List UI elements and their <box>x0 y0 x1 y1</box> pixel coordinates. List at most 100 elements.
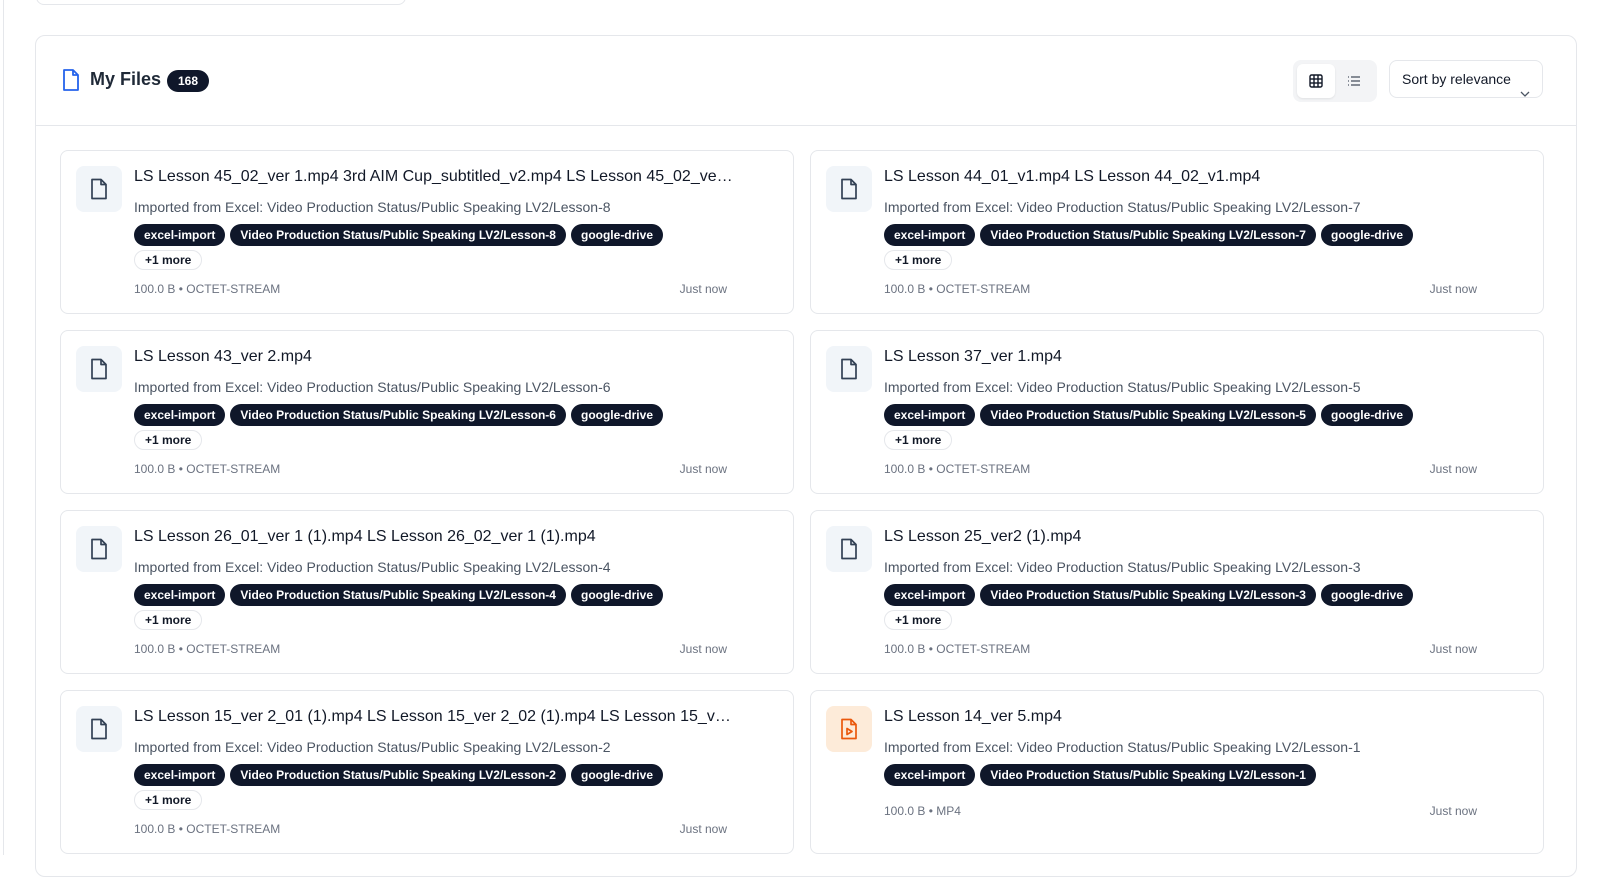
file-card[interactable]: LS Lesson 37_ver 1.mp4 Imported from Exce… <box>810 330 1544 494</box>
file-card[interactable]: LS Lesson 44_01_v1.mp4 LS Lesson 44_02_v… <box>810 150 1544 314</box>
tag-badge[interactable]: excel-import <box>884 584 976 606</box>
list-view-button[interactable] <box>1335 64 1373 98</box>
file-description: Imported from Excel: Video Production St… <box>884 199 1361 215</box>
file-icon <box>76 526 122 572</box>
tag-badge[interactable]: google-drive <box>570 584 663 606</box>
tag-badge[interactable]: excel-import <box>134 224 226 246</box>
tag-badge[interactable]: excel-import <box>884 764 976 786</box>
sort-select-label: Sort by relevance <box>1402 71 1511 87</box>
file-timestamp: Just now <box>1429 642 1477 656</box>
tag-badge[interactable]: Video Production Status/Public Speaking … <box>230 764 566 786</box>
file-card[interactable]: LS Lesson 15_ver 2_01 (1).mp4 LS Lesson … <box>60 690 794 854</box>
more-tags-badge[interactable]: +1 more <box>884 610 953 630</box>
tag-badge[interactable]: Video Production Status/Public Speaking … <box>230 404 566 426</box>
file-meta: 100.0 B • OCTET-STREAM <box>884 282 1031 296</box>
file-name[interactable]: LS Lesson 26_01_ver 1 (1).mp4 LS Lesson … <box>134 528 734 546</box>
tag-badge[interactable]: excel-import <box>134 764 226 786</box>
file-description: Imported from Excel: Video Production St… <box>884 379 1361 395</box>
file-name[interactable]: LS Lesson 43_ver 2.mp4 <box>134 348 734 366</box>
tag-list: excel-import Video Production Status/Publ… <box>884 224 1413 246</box>
file-icon <box>826 166 872 212</box>
file-timestamp: Just now <box>1429 462 1477 476</box>
tag-badge[interactable]: google-drive <box>1320 584 1413 606</box>
file-timestamp: Just now <box>679 462 727 476</box>
tag-badge[interactable]: Video Production Status/Public Speaking … <box>980 584 1316 606</box>
tag-badge[interactable]: Video Production Status/Public Speaking … <box>980 224 1316 246</box>
tag-badge[interactable]: Video Production Status/Public Speaking … <box>980 764 1316 786</box>
file-meta: 100.0 B • OCTET-STREAM <box>134 282 281 296</box>
grid-view-button[interactable] <box>1297 64 1335 98</box>
page-left-border <box>3 0 4 855</box>
tag-list: excel-import Video Production Status/Publ… <box>884 584 1413 606</box>
tag-list: excel-import Video Production Status/Publ… <box>134 404 663 426</box>
file-card[interactable]: LS Lesson 14_ver 5.mp4 Imported from Exce… <box>810 690 1544 854</box>
file-card[interactable]: LS Lesson 45_02_ver 1.mp4 3rd AIM Cup_su… <box>60 150 794 314</box>
file-description: Imported from Excel: Video Production St… <box>134 199 611 215</box>
file-timestamp: Just now <box>679 642 727 656</box>
more-tags-badge[interactable]: +1 more <box>884 250 953 270</box>
file-name[interactable]: LS Lesson 14_ver 5.mp4 <box>884 708 1484 726</box>
more-tags-badge[interactable]: +1 more <box>884 430 953 450</box>
file-description: Imported from Excel: Video Production St… <box>134 739 611 755</box>
file-meta: 100.0 B • OCTET-STREAM <box>134 642 281 656</box>
grid-icon <box>1309 74 1323 88</box>
file-card[interactable]: LS Lesson 25_ver2 (1).mp4 Imported from E… <box>810 510 1544 674</box>
view-toggle <box>1293 60 1377 102</box>
file-card[interactable]: LS Lesson 26_01_ver 1 (1).mp4 LS Lesson … <box>60 510 794 674</box>
more-tags-badge[interactable]: +1 more <box>134 610 203 630</box>
list-icon <box>1348 76 1360 86</box>
file-meta: 100.0 B • OCTET-STREAM <box>134 822 281 836</box>
more-tags-badge[interactable]: +1 more <box>134 790 203 810</box>
file-name[interactable]: LS Lesson 44_01_v1.mp4 LS Lesson 44_02_v… <box>884 168 1484 186</box>
more-tags-badge[interactable]: +1 more <box>134 430 203 450</box>
file-timestamp: Just now <box>1429 282 1477 296</box>
tag-badge[interactable]: Video Production Status/Public Speaking … <box>980 404 1316 426</box>
file-icon <box>76 346 122 392</box>
tag-badge[interactable]: google-drive <box>570 224 663 246</box>
files-panel-header: My Files 168 Sort by relevance <box>36 36 1576 126</box>
chevron-down-icon <box>1520 74 1530 110</box>
file-icon <box>76 166 122 212</box>
file-name[interactable]: LS Lesson 37_ver 1.mp4 <box>884 348 1484 366</box>
tag-badge[interactable]: google-drive <box>570 764 663 786</box>
file-description: Imported from Excel: Video Production St… <box>134 379 611 395</box>
more-tags-badge[interactable]: +1 more <box>134 250 203 270</box>
file-name[interactable]: LS Lesson 45_02_ver 1.mp4 3rd AIM Cup_su… <box>134 168 734 186</box>
tag-badge[interactable]: excel-import <box>134 584 226 606</box>
tag-badge[interactable]: Video Production Status/Public Speaking … <box>230 224 566 246</box>
file-count-badge: 168 <box>167 70 209 92</box>
file-card[interactable]: LS Lesson 43_ver 2.mp4 Imported from Exce… <box>60 330 794 494</box>
tag-list: excel-import Video Production Status/Publ… <box>134 764 663 786</box>
file-description: Imported from Excel: Video Production St… <box>884 559 1361 575</box>
file-timestamp: Just now <box>679 282 727 296</box>
tag-list: excel-import Video Production Status/Publ… <box>134 584 663 606</box>
file-description: Imported from Excel: Video Production St… <box>134 559 611 575</box>
file-meta: 100.0 B • OCTET-STREAM <box>134 462 281 476</box>
tag-list: excel-import Video Production Status/Publ… <box>134 224 663 246</box>
file-name[interactable]: LS Lesson 15_ver 2_01 (1).mp4 LS Lesson … <box>134 708 734 726</box>
file-meta: 100.0 B • MP4 <box>884 804 961 818</box>
file-meta: 100.0 B • OCTET-STREAM <box>884 462 1031 476</box>
search-box-edge[interactable] <box>36 0 406 5</box>
file-icon <box>76 706 122 752</box>
tag-badge[interactable]: excel-import <box>884 404 976 426</box>
file-timestamp: Just now <box>1429 804 1477 818</box>
page-title: My Files <box>90 69 162 89</box>
file-meta: 100.0 B • OCTET-STREAM <box>884 642 1031 656</box>
sort-select[interactable]: Sort by relevance <box>1389 60 1543 98</box>
file-timestamp: Just now <box>679 822 727 836</box>
document-icon <box>60 68 82 92</box>
file-icon <box>826 346 872 392</box>
tag-badge[interactable]: excel-import <box>884 224 976 246</box>
tag-badge[interactable]: google-drive <box>1320 404 1413 426</box>
tag-list: excel-import Video Production Status/Publ… <box>884 404 1413 426</box>
video-file-icon <box>826 706 872 752</box>
tag-list: excel-import Video Production Status/Publ… <box>884 764 1316 786</box>
tag-badge[interactable]: excel-import <box>134 404 226 426</box>
file-description: Imported from Excel: Video Production St… <box>884 739 1361 755</box>
tag-badge[interactable]: Video Production Status/Public Speaking … <box>230 584 566 606</box>
tag-badge[interactable]: google-drive <box>1320 224 1413 246</box>
tag-badge[interactable]: google-drive <box>570 404 663 426</box>
file-name[interactable]: LS Lesson 25_ver2 (1).mp4 <box>884 528 1484 546</box>
file-icon <box>826 526 872 572</box>
